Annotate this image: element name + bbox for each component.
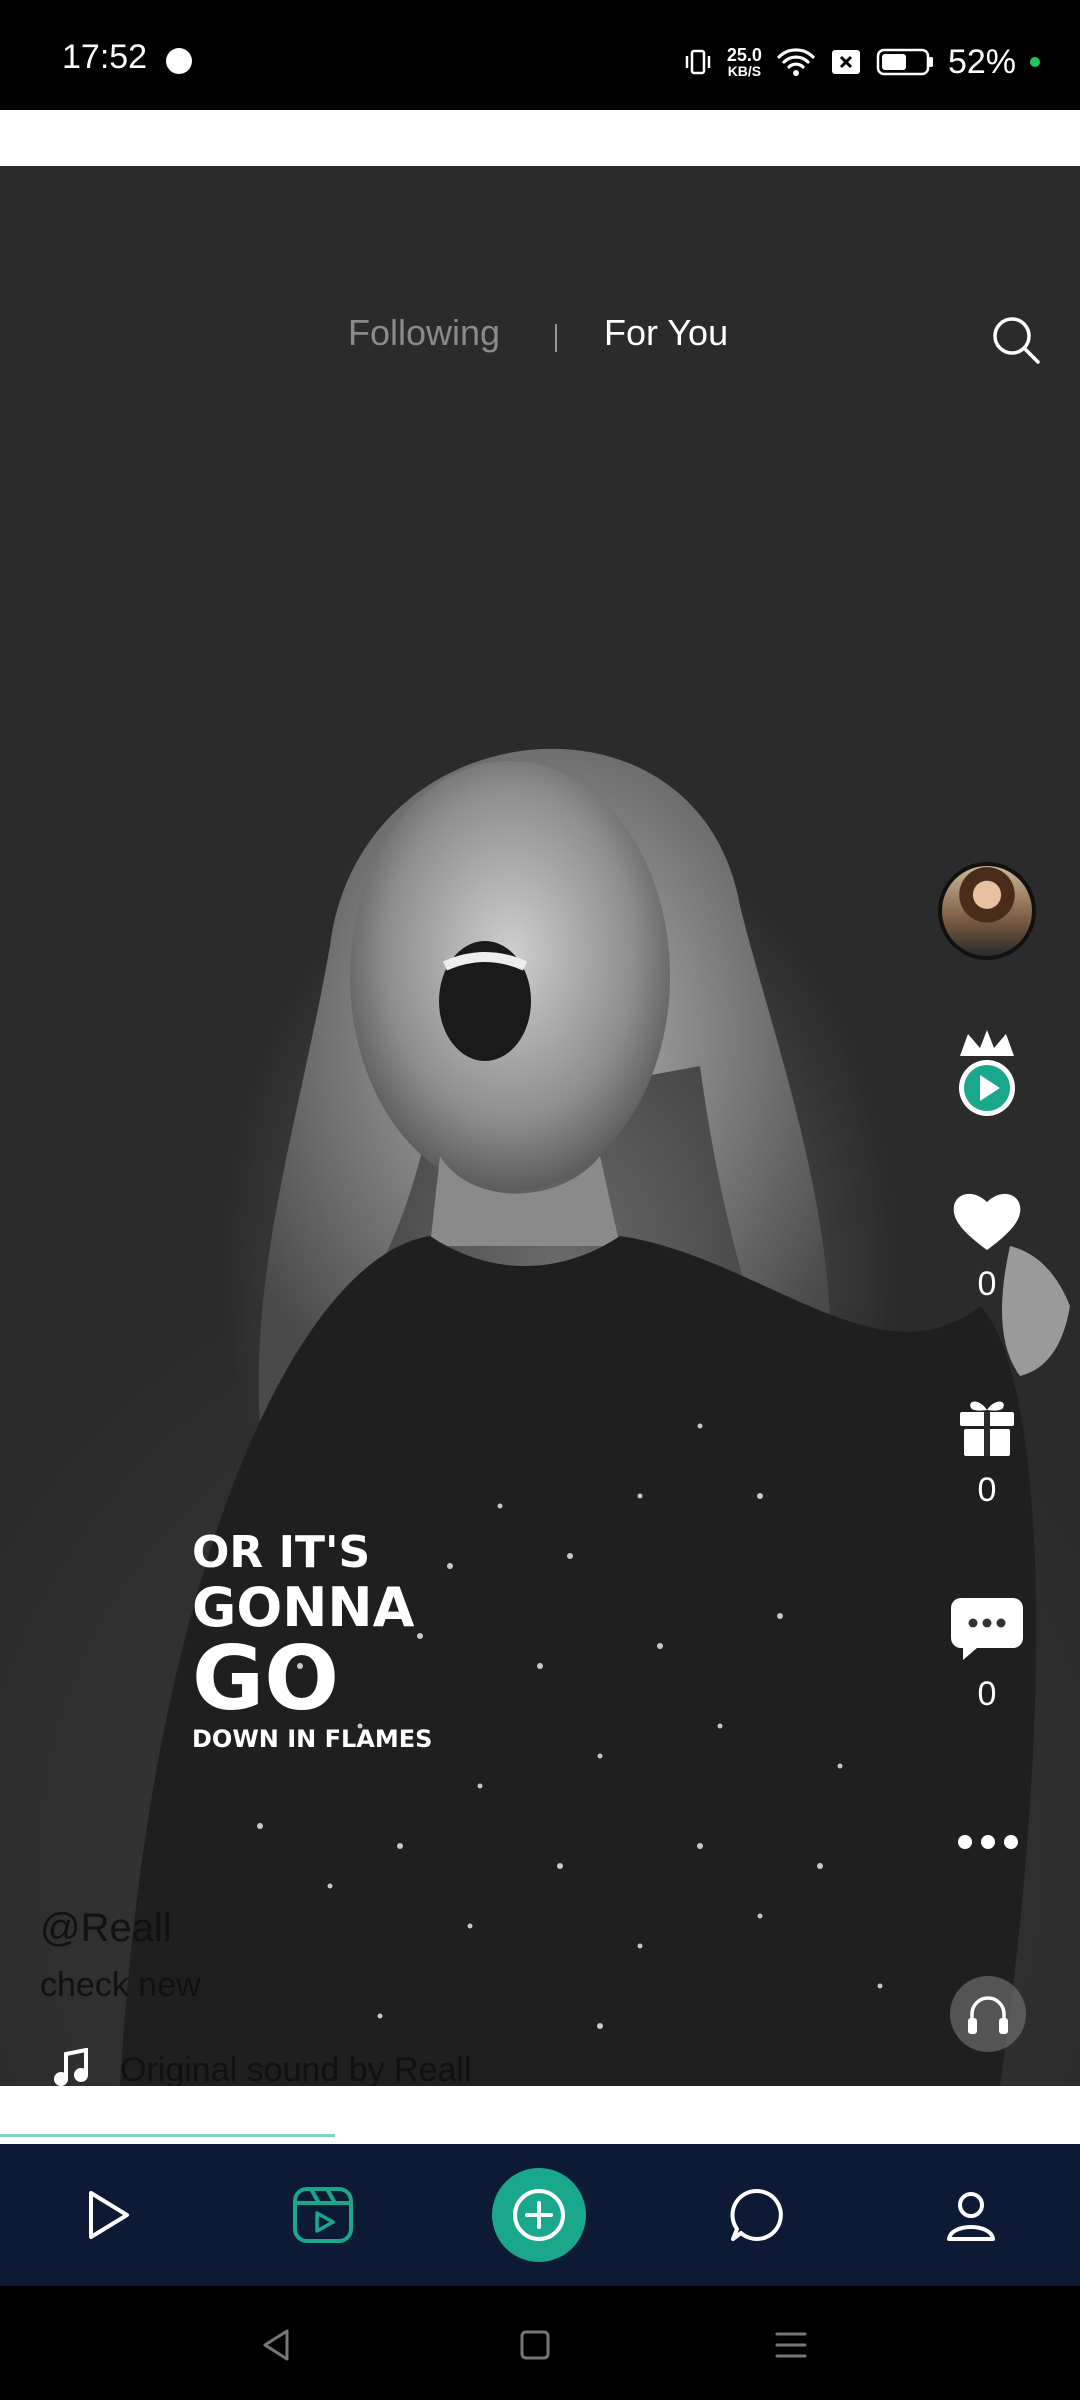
status-bar: 17:52 25.0 KB/S 52% bbox=[0, 0, 1080, 110]
nav-reels[interactable] bbox=[278, 2170, 368, 2260]
search-icon[interactable] bbox=[990, 314, 1042, 366]
charging-dot-icon bbox=[1030, 57, 1040, 67]
gift-icon bbox=[960, 1401, 1014, 1456]
lyrics-line-1: OR IT'S bbox=[192, 1527, 371, 1578]
back-icon[interactable] bbox=[252, 2320, 302, 2370]
gift-count: 0 bbox=[977, 1471, 997, 1509]
no-sim-icon bbox=[830, 47, 862, 77]
tab-for-you[interactable]: For You bbox=[604, 312, 728, 354]
comment-icon bbox=[951, 1598, 1023, 1660]
notification-dot-icon bbox=[166, 48, 192, 74]
system-nav bbox=[0, 2286, 1080, 2400]
lyrics-overlay: OR IT'S GONNA GO DOWN IN FLAMES bbox=[192, 1527, 433, 1753]
gift-button[interactable]: 0 bbox=[930, 1396, 1044, 1510]
creator-avatar[interactable] bbox=[938, 862, 1036, 960]
menu-icon[interactable] bbox=[766, 2320, 816, 2370]
lyrics-line-4: DOWN IN FLAMES bbox=[192, 1725, 433, 1753]
top-band bbox=[0, 110, 1080, 166]
nav-add[interactable] bbox=[492, 2168, 586, 2262]
vibrate-icon bbox=[683, 47, 713, 77]
home-icon[interactable] bbox=[510, 2320, 560, 2370]
post-caption: check new bbox=[40, 1966, 201, 2004]
nav-profile[interactable] bbox=[926, 2170, 1016, 2260]
more-icon[interactable] bbox=[955, 1822, 1021, 1862]
headphones-icon bbox=[968, 1996, 1008, 2034]
add-icon bbox=[513, 2189, 565, 2241]
nav-chat[interactable] bbox=[712, 2170, 802, 2260]
sound-name: Original sound by Reall bbox=[120, 2051, 472, 2089]
crown-play-icon[interactable] bbox=[952, 1024, 1022, 1124]
playback-progress[interactable] bbox=[0, 2134, 335, 2137]
tab-following[interactable]: Following bbox=[348, 312, 500, 354]
battery-icon bbox=[876, 47, 934, 77]
comment-button[interactable]: 0 bbox=[930, 1596, 1044, 1714]
profile-icon bbox=[947, 2192, 995, 2241]
tab-divider bbox=[555, 324, 557, 352]
network-speed-unit: KB/S bbox=[727, 63, 762, 79]
nav-home[interactable] bbox=[62, 2170, 152, 2260]
post-username[interactable]: @Reall bbox=[40, 1906, 172, 1951]
video-player[interactable]: Following For You OR IT'S GONNA GO DOWN … bbox=[0, 166, 1080, 2086]
status-icons: 25.0 KB/S 52% bbox=[683, 40, 1040, 84]
chat-icon bbox=[730, 2188, 783, 2241]
video-frame-figure bbox=[120, 748, 1070, 2086]
network-speed-value: 25.0 bbox=[726, 45, 762, 65]
play-icon bbox=[89, 2191, 129, 2239]
status-time: 17:52 bbox=[62, 38, 148, 76]
heart-icon bbox=[953, 1193, 1021, 1250]
music-disc[interactable] bbox=[950, 1976, 1026, 2052]
like-button[interactable]: 0 bbox=[930, 1190, 1044, 1304]
like-count: 0 bbox=[977, 1265, 997, 1303]
reels-icon bbox=[293, 2187, 353, 2243]
battery-percent: 52% bbox=[947, 42, 1016, 81]
wifi-icon bbox=[776, 46, 816, 78]
lyrics-line-3: GO bbox=[192, 1627, 340, 1730]
network-speed: 25.0 KB/S bbox=[727, 46, 762, 78]
bottom-nav bbox=[0, 2144, 1080, 2286]
comment-count: 0 bbox=[977, 1675, 997, 1713]
